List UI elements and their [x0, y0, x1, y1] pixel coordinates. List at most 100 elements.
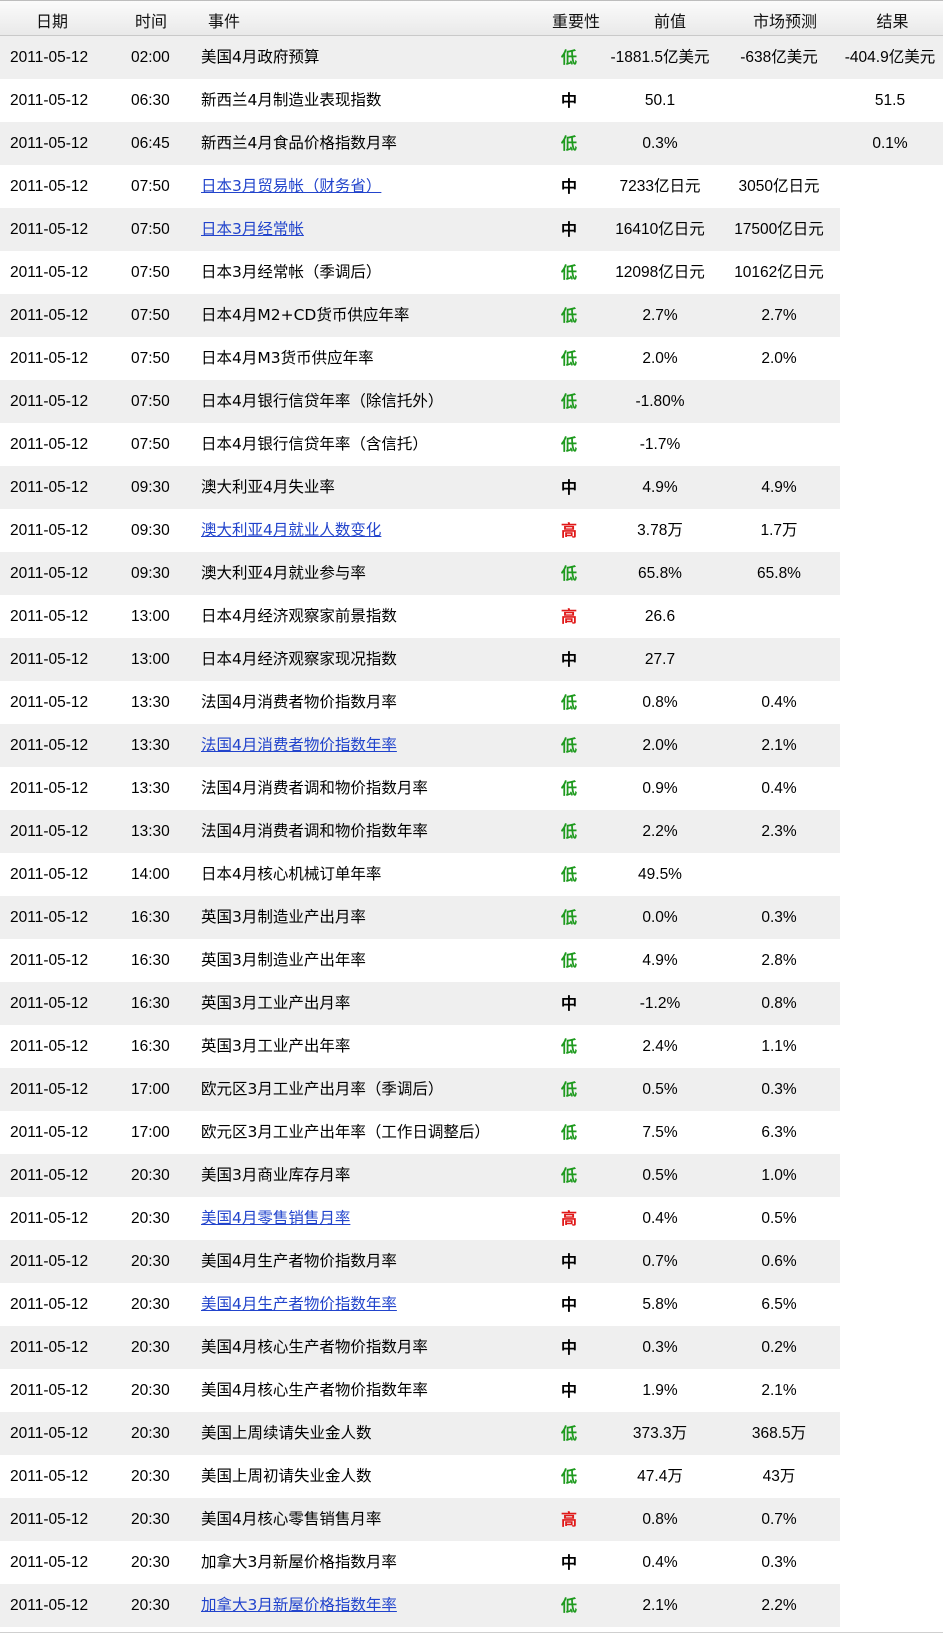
cell-time: 09:30 — [131, 565, 170, 582]
cell-event: 日本4月经济观察家现况指数 — [201, 650, 397, 668]
cell-forecast: 6.5% — [761, 1296, 797, 1313]
importance-badge: 低 — [560, 306, 577, 325]
cell-date: 2011-05-12 — [10, 1468, 89, 1485]
importance-badge: 低 — [560, 1037, 577, 1056]
cell-time: 20:30 — [131, 1339, 170, 1356]
cell-event: 日本3月经常帐（季调后） — [201, 263, 382, 281]
header-actual: 结果 — [876, 12, 909, 31]
cell-forecast: 3050亿日元 — [738, 178, 820, 195]
event-link[interactable]: 日本3月贸易帐（财务省） — [201, 165, 381, 208]
importance-badge: 中 — [560, 1252, 577, 1271]
cell-actual — [840, 208, 940, 251]
event-link[interactable]: 法国4月消费者物价指数年率 — [201, 724, 397, 767]
cell-actual — [840, 1369, 940, 1412]
cell-previous: -1.80% — [635, 393, 685, 410]
cell-date: 2011-05-12 — [10, 909, 89, 926]
importance-badge: 高 — [560, 521, 577, 540]
cell-time: 07:50 — [131, 307, 170, 324]
event-link[interactable]: 加拿大3月新屋价格指数年率 — [201, 1584, 397, 1627]
cell-date: 2011-05-12 — [10, 307, 89, 324]
table-row: 2011-05-12 13:30 法国4月消费者物价指数年率 低 2.0% 2.1% — [0, 724, 943, 767]
cell-previous: 4.9% — [642, 479, 678, 496]
cell-actual — [840, 251, 940, 294]
cell-previous: 0.3% — [642, 135, 678, 152]
cell-time: 09:30 — [131, 522, 170, 539]
table-row: 2011-05-12 13:30 法国4月消费者调和物价指数年率 低 2.2% 2.3% — [0, 810, 943, 853]
cell-time: 20:30 — [131, 1425, 170, 1442]
cell-date: 2011-05-12 — [10, 436, 89, 453]
header-event: 事件 — [208, 12, 241, 31]
importance-badge: 中 — [560, 1553, 577, 1572]
cell-forecast: 10162亿日元 — [734, 264, 824, 281]
cell-previous: 2.0% — [642, 350, 678, 367]
cell-date: 2011-05-12 — [10, 350, 89, 367]
cell-previous: 16410亿日元 — [615, 221, 705, 238]
table-bottom-border — [0, 1632, 943, 1633]
cell-actual — [840, 1154, 940, 1197]
cell-actual — [840, 294, 940, 337]
cell-date: 2011-05-12 — [10, 952, 89, 969]
event-link[interactable]: 美国4月零售销售月率 — [201, 1197, 350, 1240]
cell-previous: 47.4万 — [637, 1468, 683, 1485]
cell-actual — [840, 982, 940, 1025]
cell-forecast — [720, 595, 838, 638]
importance-badge: 高 — [560, 1510, 577, 1529]
cell-date: 2011-05-12 — [10, 995, 89, 1012]
cell-time: 16:30 — [131, 995, 170, 1012]
cell-previous: 0.9% — [642, 780, 678, 797]
table-row: 2011-05-12 13:00 日本4月经济观察家现况指数 中 27.7 — [0, 638, 943, 681]
cell-event: 法国4月消费者调和物价指数月率 — [201, 779, 428, 797]
table-row: 2011-05-12 20:30 美国4月生产者物价指数年率 中 5.8% 6.5% — [0, 1283, 943, 1326]
cell-actual — [840, 1025, 940, 1068]
importance-badge: 低 — [560, 349, 577, 368]
importance-badge: 低 — [560, 865, 577, 884]
cell-previous: 4.9% — [642, 952, 678, 969]
cell-forecast: 65.8% — [757, 565, 801, 582]
cell-time: 07:50 — [131, 436, 170, 453]
cell-previous: -1.7% — [639, 436, 681, 453]
cell-date: 2011-05-12 — [10, 1038, 89, 1055]
importance-badge: 中 — [560, 994, 577, 1013]
cell-forecast: 2.0% — [761, 350, 797, 367]
cell-previous: 12098亿日元 — [615, 264, 705, 281]
event-link[interactable]: 澳大利亚4月就业人数变化 — [201, 509, 381, 552]
importance-badge: 低 — [560, 1596, 577, 1615]
event-link[interactable]: 美国4月生产者物价指数年率 — [201, 1283, 397, 1326]
cell-event: 日本4月银行信贷年率（含信托） — [201, 435, 428, 453]
cell-previous: 0.4% — [642, 1210, 678, 1227]
cell-date: 2011-05-12 — [10, 1425, 89, 1442]
cell-actual — [840, 638, 940, 681]
cell-time: 20:30 — [131, 1511, 170, 1528]
importance-badge: 中 — [560, 1338, 577, 1357]
cell-time: 02:00 — [131, 49, 170, 66]
table-row: 2011-05-12 14:00 日本4月核心机械订单年率 低 49.5% — [0, 853, 943, 896]
cell-forecast: 0.4% — [761, 780, 797, 797]
importance-badge: 高 — [560, 1209, 577, 1228]
cell-forecast — [720, 853, 838, 896]
event-link[interactable]: 日本3月经常帐 — [201, 208, 304, 251]
cell-date: 2011-05-12 — [10, 1081, 89, 1098]
cell-date: 2011-05-12 — [10, 1210, 89, 1227]
cell-event: 英国3月制造业产出月率 — [201, 908, 366, 926]
cell-previous: 0.5% — [642, 1167, 678, 1184]
importance-badge: 中 — [560, 478, 577, 497]
cell-time: 07:50 — [131, 264, 170, 281]
cell-time: 16:30 — [131, 952, 170, 969]
cell-date: 2011-05-12 — [10, 393, 89, 410]
cell-actual — [840, 1326, 940, 1369]
cell-event: 美国4月核心零售销售月率 — [201, 1510, 382, 1528]
header-time: 时间 — [135, 12, 168, 31]
cell-date: 2011-05-12 — [10, 694, 89, 711]
table-row: 2011-05-12 20:30 美国4月核心生产者物价指数年率 中 1.9% 2.1% — [0, 1369, 943, 1412]
cell-actual — [840, 896, 940, 939]
cell-date: 2011-05-12 — [10, 1339, 89, 1356]
table-row: 2011-05-12 09:30 澳大利亚4月失业率 中 4.9% 4.9% — [0, 466, 943, 509]
cell-time: 20:30 — [131, 1253, 170, 1270]
cell-previous: 2.1% — [642, 1597, 678, 1614]
cell-actual — [840, 1541, 940, 1584]
cell-previous: 373.3万 — [632, 1425, 688, 1442]
cell-previous: 2.7% — [642, 307, 678, 324]
cell-forecast: 0.8% — [761, 995, 797, 1012]
table-row: 2011-05-12 13:30 法国4月消费者调和物价指数月率 低 0.9% 0.4% — [0, 767, 943, 810]
cell-event: 美国4月核心生产者物价指数年率 — [201, 1381, 428, 1399]
